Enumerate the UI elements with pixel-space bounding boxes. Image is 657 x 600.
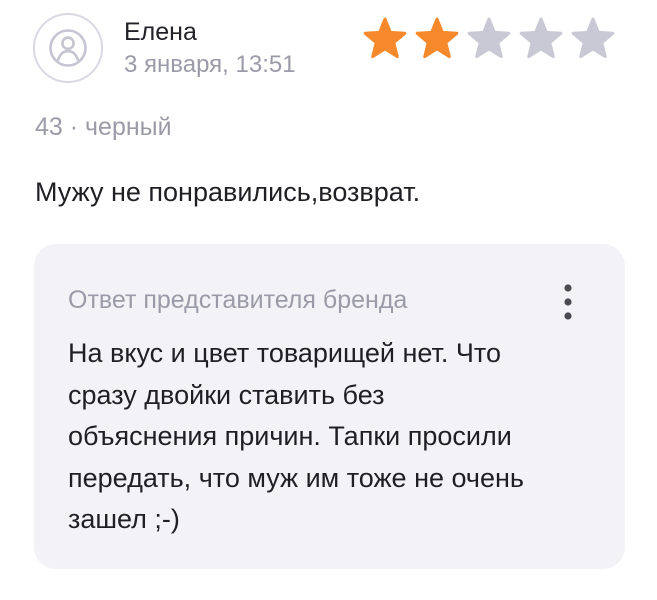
product-variant: 43 · черный — [35, 113, 172, 141]
review-card: Елена 3 января, 13:51 43 · черный Мужу н… — [0, 0, 657, 600]
star-empty-icon — [467, 17, 511, 59]
review-text: Мужу не понравились,возврат. — [35, 177, 421, 207]
star-rating — [360, 14, 618, 64]
brand-reply-title: Ответ представителя бренда — [68, 286, 408, 314]
avatar[interactable] — [33, 13, 103, 83]
star-filled-icon — [415, 17, 459, 59]
brand-reply-text: На вкус и цвет товарищей нет. Что сразу … — [68, 338, 524, 534]
author-name: Елена — [124, 18, 197, 46]
star-empty-icon — [571, 17, 615, 59]
star-empty-icon — [519, 17, 563, 59]
reply-menu-button[interactable] — [552, 280, 584, 324]
user-icon — [49, 29, 87, 67]
star-filled-icon — [363, 17, 407, 59]
review-date: 3 января, 13:51 — [124, 51, 296, 78]
kebab-menu-icon — [564, 284, 572, 320]
brand-reply-card: Ответ представителя бренда На вкус и цве… — [34, 244, 625, 569]
